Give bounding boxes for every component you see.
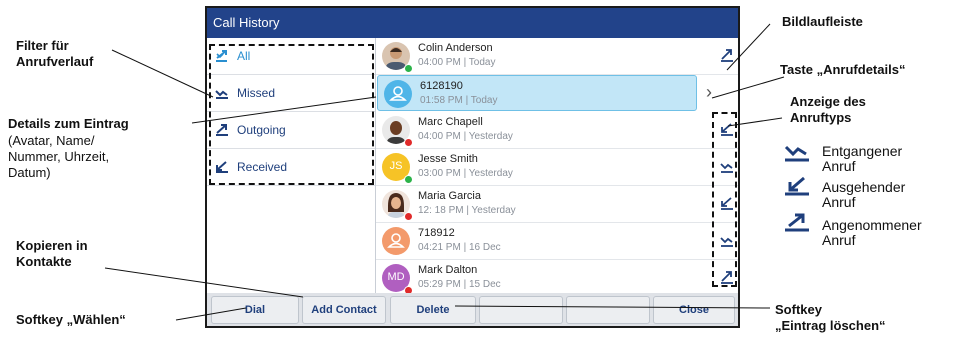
- callout-details-title: Details zum Eintrag: [8, 116, 129, 131]
- legend-outgoing-label: Ausgehender Anruf: [822, 179, 906, 210]
- callout-dial-softkey: Softkey „Wählen“: [16, 312, 126, 327]
- legend-missed-label: Entgangener Anruf: [822, 143, 903, 174]
- received-call-legend-icon: [785, 213, 809, 232]
- callout-delete-softkey: Softkey „Eintrag löschen“: [775, 302, 886, 333]
- callout-call-details-key: Taste „Anrufdetails“: [780, 62, 906, 77]
- callout-calltype-display: Anzeige des Anruftyps: [790, 94, 866, 125]
- callout-details-sub: (Avatar, Name/ Nummer, Uhrzeit, Datum): [8, 133, 110, 180]
- callout-filter: Filter für Anrufverlauf: [16, 38, 94, 69]
- outgoing-call-legend-icon: [785, 176, 809, 196]
- callout-scrollbar: Bildlaufleiste: [782, 14, 863, 29]
- legend-received-label: Angenommener Anruf: [822, 217, 922, 248]
- callout-copy-contacts: Kopieren in Kontakte: [16, 238, 88, 269]
- missed-call-legend-icon: [784, 145, 809, 162]
- callout-lines: [104, 23, 785, 321]
